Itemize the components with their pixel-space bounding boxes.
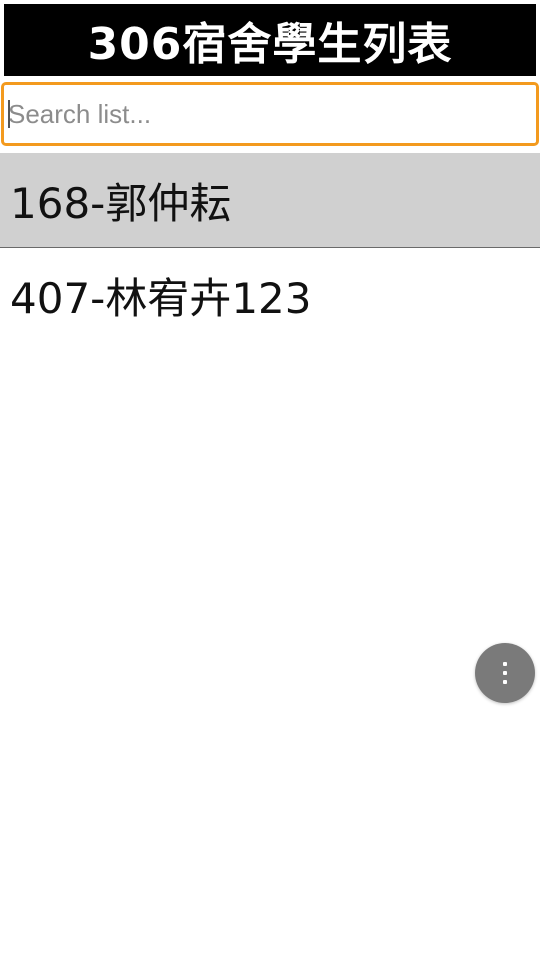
text-cursor xyxy=(8,100,10,128)
more-options-button[interactable] xyxy=(475,643,535,703)
list-item[interactable]: 407-林宥卉123 xyxy=(0,248,540,343)
page-title-text: 306宿舍學生列表 xyxy=(87,19,453,70)
page-title: 306宿舍學生列表 xyxy=(4,4,536,76)
list-item[interactable]: 168-郭仲耘 xyxy=(0,153,540,248)
more-vertical-icon xyxy=(503,662,507,684)
list-item-label: 407-林宥卉123 xyxy=(10,274,312,323)
list-item-label: 168-郭仲耘 xyxy=(10,178,232,228)
student-list: 168-郭仲耘 407-林宥卉123 xyxy=(0,153,540,343)
search-input[interactable] xyxy=(1,82,539,146)
search-box[interactable] xyxy=(1,82,539,146)
